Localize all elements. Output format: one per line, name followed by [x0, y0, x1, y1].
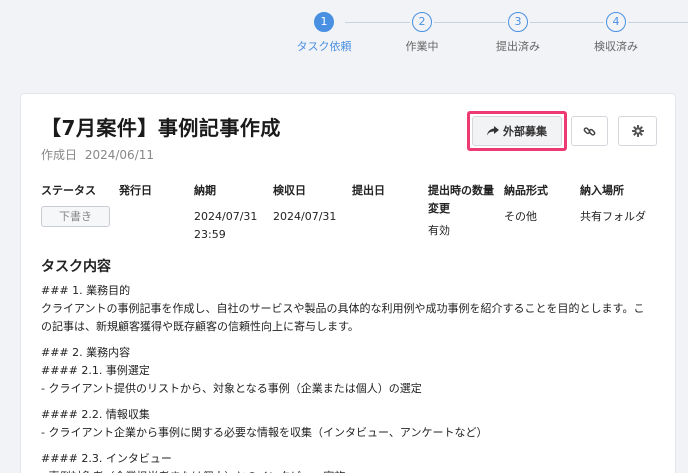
- created-value: 2024/06/11: [84, 148, 155, 162]
- content-line: #### 2.3. インタビュー: [41, 452, 172, 465]
- content-line: の記事は、新規顧客獲得や既存顧客の信頼性向上に寄与します。: [41, 320, 359, 333]
- step-label: タスク依頼: [296, 40, 352, 53]
- quantity-change-header-line2: 変更: [428, 202, 450, 215]
- delivery-location-header: 納入場所: [580, 184, 624, 197]
- step-number: 2: [412, 12, 432, 32]
- content-line: ### 1. 業務目的: [41, 284, 131, 297]
- status-header: ステータス: [41, 184, 96, 197]
- deadline-column: 納期 2024/07/31 23:59: [194, 182, 257, 244]
- page-title: 【7月案件】事例記事作成: [41, 116, 281, 140]
- link-icon: [583, 126, 596, 136]
- submission-date-header: 提出日: [352, 184, 385, 197]
- status-column: ステータス 下書き: [41, 182, 110, 227]
- step-number: 3: [508, 12, 528, 32]
- step-label: 検収済み: [594, 40, 638, 53]
- step-number: 4: [606, 12, 626, 32]
- created-date: 作成日 2024/06/11: [41, 146, 154, 163]
- inspection-date-column: 検収日 2024/07/31: [273, 182, 336, 226]
- step-label: 作業中: [405, 40, 439, 53]
- content-line: #### 2.1. 事例選定: [41, 364, 150, 377]
- content-line: #### 2.2. 情報収集: [41, 408, 150, 421]
- delivery-location-column: 納入場所 共有フォルダ: [580, 182, 646, 226]
- quantity-change-value: 有効: [428, 224, 450, 237]
- external-recruit-label: 外部募集: [503, 125, 547, 138]
- submission-date-column: 提出日: [352, 182, 385, 208]
- quantity-change-column: 提出時の数量 変更 有効: [428, 182, 494, 240]
- deadline-header: 納期: [194, 184, 216, 197]
- step-label: 提出済み: [496, 40, 540, 53]
- inspection-date-value: 2024/07/31: [273, 210, 337, 223]
- deliverable-format-column: 納品形式 その他: [504, 182, 548, 226]
- copy-link-button[interactable]: [571, 116, 608, 146]
- deliverable-format-value: その他: [504, 210, 537, 223]
- issue-date-column: 発行日: [119, 182, 152, 208]
- step-in-progress: 2 作業中: [377, 12, 467, 54]
- deadline-time: 23:59: [194, 228, 226, 241]
- step-inspected: 4 検収済み: [571, 12, 661, 54]
- quantity-change-header: 提出時の数量 変更: [428, 182, 494, 218]
- content-line: - 事例対象者（企業担当者または個人）とのインタビュー実施: [41, 468, 661, 473]
- deadline-value: 2024/07/31 23:59: [194, 208, 257, 244]
- deliverable-format-header: 納品形式: [504, 184, 548, 197]
- quantity-change-header-line1: 提出時の数量: [428, 184, 494, 197]
- task-content-heading: タスク内容: [41, 259, 111, 275]
- step-submitted: 3 提出済み: [473, 12, 563, 54]
- task-content-body: ### 1. 業務目的クライアントの事例記事を作成し、自社のサービスや製品の具体…: [41, 282, 661, 473]
- deadline-date: 2024/07/31: [194, 210, 258, 223]
- settings-button[interactable]: [618, 116, 657, 146]
- content-line: - クライアント企業から事例に関する必要な情報を収集（インタビュー、アンケートな…: [41, 426, 488, 439]
- inspection-date-header: 検収日: [273, 184, 306, 197]
- progress-stepper: 1 タスク依頼 2 作業中 3 提出済み 4 検収済み: [0, 12, 688, 62]
- issue-date-header: 発行日: [119, 184, 152, 197]
- external-recruit-button[interactable]: 外部募集: [472, 116, 562, 146]
- content-line: - クライアント提供のリストから、対象となる事例（企業または個人）の選定: [41, 382, 422, 395]
- step-task-request: 1 タスク依頼: [279, 12, 369, 54]
- delivery-location-value: 共有フォルダ: [580, 210, 646, 223]
- created-label: 作成日: [41, 148, 78, 162]
- content-line: ### 2. 業務内容: [41, 346, 131, 359]
- status-badge: 下書き: [41, 206, 110, 227]
- content-line: クライアントの事例記事を作成し、自社のサービスや製品の具体的な利用例や成功事例を…: [41, 302, 645, 315]
- step-number: 1: [314, 12, 334, 32]
- share-arrow-icon: [487, 126, 499, 136]
- task-detail-card: 【7月案件】事例記事作成 作成日 2024/06/11 外部募集 ステータス 下…: [20, 93, 676, 473]
- gear-icon: [631, 125, 644, 137]
